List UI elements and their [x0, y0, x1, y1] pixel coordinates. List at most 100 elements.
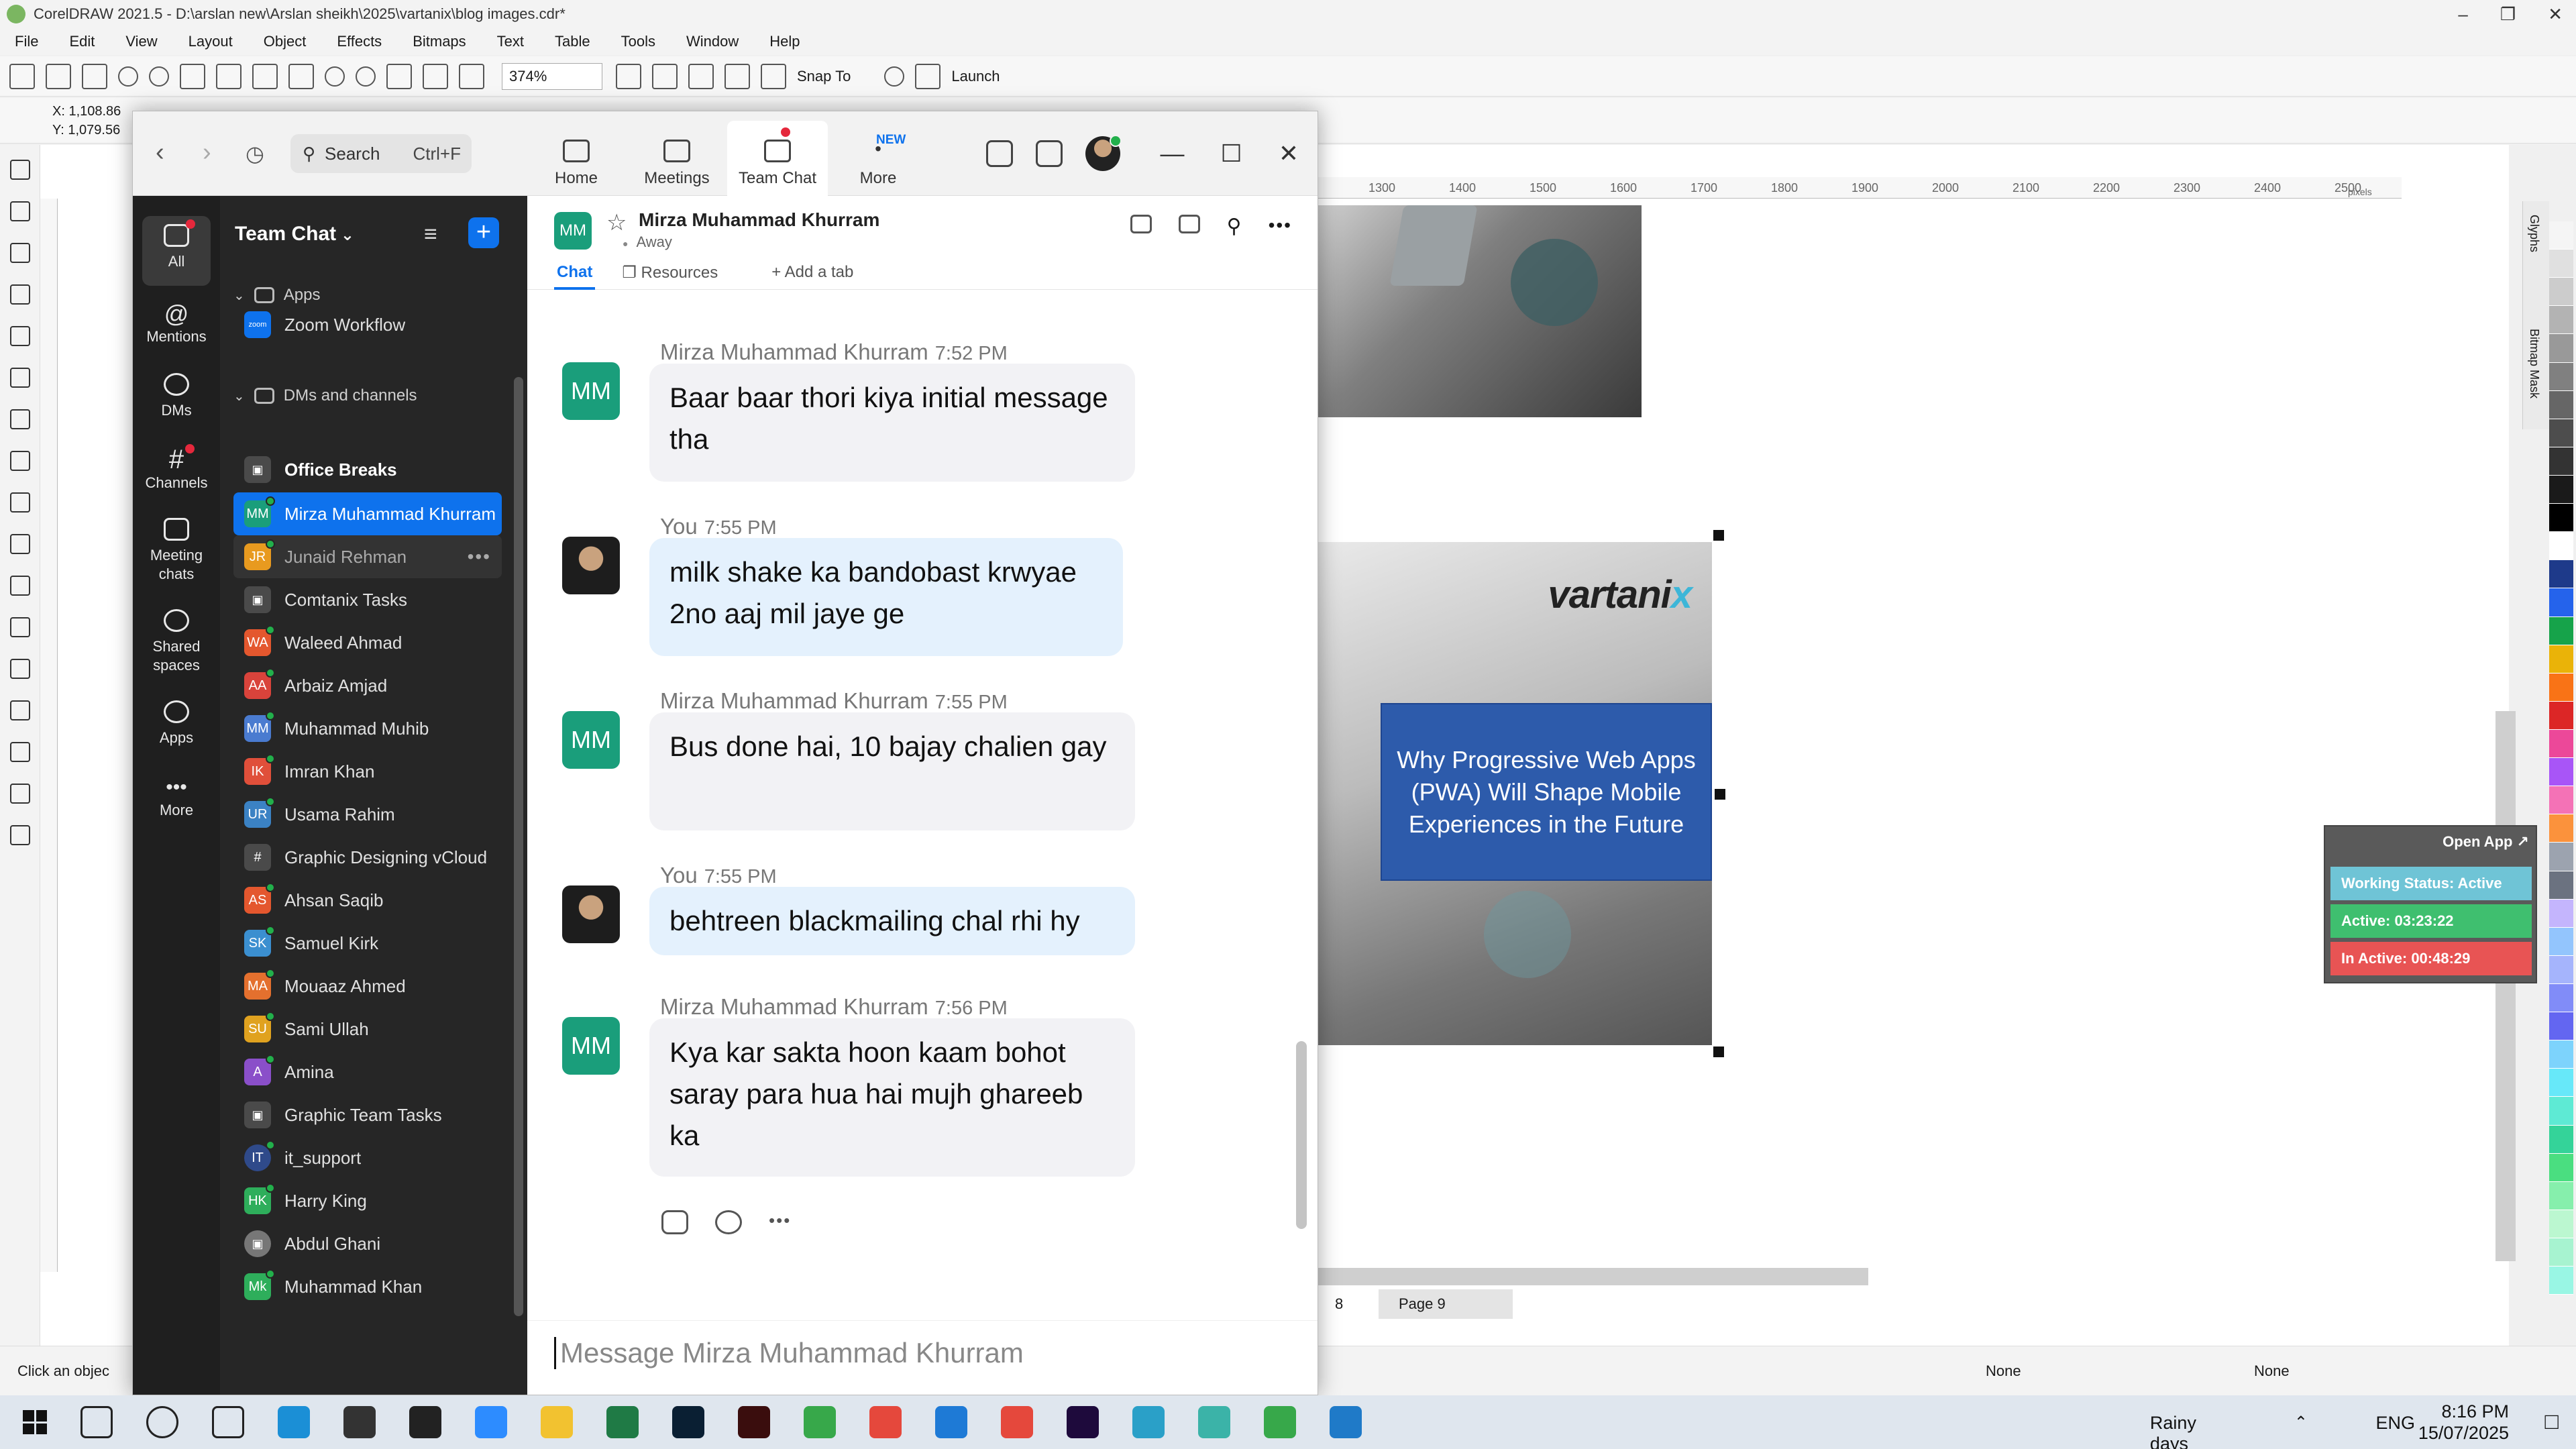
rail-meeting-chats[interactable]: Meeting chats: [133, 518, 220, 584]
rail-shared-spaces[interactable]: Shared spaces: [133, 609, 220, 675]
list-item[interactable]: ▣ Graphic Team Tasks: [233, 1093, 502, 1136]
sender-avatar[interactable]: [562, 537, 620, 594]
minimize-icon[interactable]: —: [1161, 140, 1185, 168]
chrome-alt-icon[interactable]: [1001, 1406, 1033, 1438]
message-bubble[interactable]: Bus done hai, 10 bajay chalien gay: [649, 712, 1135, 830]
selection-handle[interactable]: [1713, 1046, 1724, 1057]
palette-swatch[interactable]: [2549, 814, 2573, 843]
edge-icon[interactable]: [278, 1406, 310, 1438]
dms-channels-section[interactable]: ⌄ DMs and channels: [233, 386, 417, 405]
list-item[interactable]: SK Samuel Kirk: [233, 922, 502, 965]
menu-tools[interactable]: Tools: [621, 33, 655, 50]
file-explorer-icon[interactable]: [541, 1406, 573, 1438]
tab-home[interactable]: Home: [526, 121, 627, 196]
list-item[interactable]: MM Muhammad Muhib: [233, 707, 502, 750]
freehand-tool-icon[interactable]: [9, 326, 30, 346]
sender-avatar[interactable]: MM: [562, 1017, 620, 1075]
more-dots-icon[interactable]: •••: [1269, 215, 1292, 238]
docker-tab-bitmap-mask[interactable]: Bitmap Mask: [2527, 329, 2541, 398]
palette-swatch[interactable]: [2549, 306, 2573, 335]
palette-swatch[interactable]: [2549, 871, 2573, 900]
search-icon[interactable]: [80, 1406, 113, 1438]
apps-section[interactable]: ⌄ Apps: [233, 286, 320, 305]
list-item[interactable]: ▣ Comtanix Tasks: [233, 578, 502, 621]
back-arrow-icon[interactable]: ‹: [156, 138, 164, 167]
open-folder-icon[interactable]: [46, 63, 71, 89]
team-chat-header[interactable]: Team Chat: [235, 223, 354, 246]
palette-swatch[interactable]: [2549, 588, 2573, 617]
star-icon[interactable]: ☆: [606, 209, 627, 236]
task-view-icon[interactable]: [212, 1406, 244, 1438]
premiere-icon[interactable]: [1067, 1406, 1099, 1438]
reply-icon[interactable]: [661, 1210, 688, 1234]
list-item[interactable]: ▣ Office Breaks: [233, 448, 502, 491]
launch-dropdown[interactable]: Launch: [951, 68, 1000, 85]
palette-swatch[interactable]: [2549, 362, 2573, 391]
horizontal-scrollbar[interactable]: [1315, 1268, 1868, 1285]
zoom-icon[interactable]: [475, 1406, 507, 1438]
list-item[interactable]: MA Mouaaz Ahmed: [233, 965, 502, 1008]
terminal-icon[interactable]: [409, 1406, 441, 1438]
palette-swatch[interactable]: [2549, 250, 2573, 278]
redo-icon[interactable]: [356, 66, 376, 87]
palette-swatch[interactable]: [2549, 560, 2573, 589]
list-item[interactable]: A Amina: [233, 1051, 502, 1093]
palette-swatch[interactable]: [2549, 758, 2573, 787]
forward-arrow-icon[interactable]: ›: [203, 138, 211, 167]
menu-window[interactable]: Window: [686, 33, 739, 50]
calculator-icon[interactable]: [1330, 1406, 1362, 1438]
app-teal-icon[interactable]: [1198, 1406, 1230, 1438]
artwork-pwa-banner[interactable]: vartanix Why Progressive Web Apps (PWA) …: [1316, 542, 1712, 1045]
sender-avatar[interactable]: [562, 885, 620, 943]
list-item[interactable]: MM Mirza Muhammad Khurram: [233, 492, 502, 535]
paste-icon[interactable]: [288, 63, 314, 89]
close-icon[interactable]: ✕: [2548, 4, 2563, 25]
message-bubble[interactable]: behtreen blackmailing chal rhi hy: [649, 887, 1135, 955]
message-bubble[interactable]: Kya kar sakta hoon kaam bohot saray para…: [649, 1018, 1135, 1177]
palette-swatch[interactable]: [2549, 616, 2573, 645]
list-item[interactable]: JR Junaid Rehman •••: [233, 535, 502, 578]
rail-more[interactable]: ••• More: [133, 774, 220, 820]
tab-team-chat[interactable]: Team Chat: [727, 121, 828, 196]
bell-icon[interactable]: [985, 140, 1013, 167]
minimize-icon[interactable]: –: [2458, 4, 2467, 25]
profile-avatar[interactable]: [1085, 135, 1122, 171]
palette-swatch[interactable]: [2549, 729, 2573, 759]
language-indicator[interactable]: ENG: [2375, 1413, 2415, 1434]
selection-handle[interactable]: [1715, 789, 1725, 800]
menu-help[interactable]: Help: [769, 33, 800, 50]
corel-alt-icon[interactable]: [1264, 1406, 1296, 1438]
cut-icon[interactable]: [216, 63, 241, 89]
selection-handle[interactable]: [1713, 530, 1724, 541]
ellipse-tool-icon[interactable]: [9, 451, 30, 471]
vscode-icon[interactable]: [935, 1406, 967, 1438]
palette-swatch[interactable]: [2549, 645, 2573, 674]
palette-swatch[interactable]: [2549, 1040, 2573, 1069]
palette-swatch[interactable]: [2549, 447, 2573, 476]
chevron-up-icon[interactable]: ⌃: [2294, 1413, 2308, 1432]
transparency-tool-icon[interactable]: [9, 700, 30, 720]
rail-mentions[interactable]: @ Mentions: [133, 301, 220, 346]
full-screen-icon[interactable]: [616, 63, 641, 89]
pdf-icon[interactable]: [459, 63, 484, 89]
message-input[interactable]: Message Mirza Muhammad Khurram: [527, 1320, 1318, 1395]
notification-icon[interactable]: □: [2544, 1409, 2559, 1435]
sender-avatar[interactable]: MM: [562, 362, 620, 420]
rail-apps[interactable]: Apps: [133, 700, 220, 747]
connector-tool-icon[interactable]: [9, 617, 30, 637]
rail-dms[interactable]: DMs: [133, 373, 220, 420]
cortana-icon[interactable]: [146, 1406, 178, 1438]
corel-icon[interactable]: [804, 1406, 836, 1438]
maximize-icon[interactable]: ☐: [1221, 140, 1242, 168]
palette-swatch[interactable]: [2549, 334, 2573, 363]
rail-channels[interactable]: # Channels: [133, 444, 220, 492]
zoom-level-select[interactable]: 374%: [502, 62, 602, 90]
pick-tool-icon[interactable]: [9, 160, 30, 180]
palette-swatch[interactable]: [2549, 1153, 2573, 1182]
shape-tool-icon[interactable]: [9, 201, 30, 221]
chat-scrollbar[interactable]: [1296, 1041, 1307, 1229]
list-item[interactable]: AS Ahsan Saqib: [233, 879, 502, 922]
eyedropper-icon[interactable]: [9, 742, 30, 762]
palette-swatch[interactable]: [2549, 843, 2573, 871]
restore-icon[interactable]: ❐: [2500, 4, 2516, 25]
